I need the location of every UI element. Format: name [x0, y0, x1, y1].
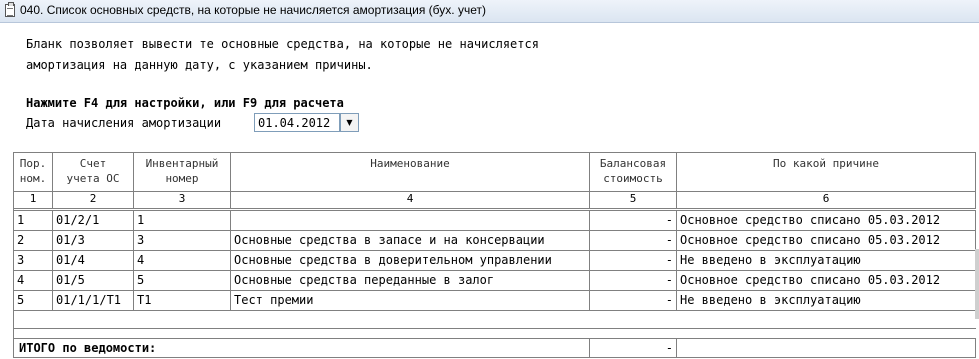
table-cell-reason[interactable]: Не введено в эксплуатацию [677, 251, 976, 271]
total-cost: - [590, 339, 677, 358]
hotkey-hint: Нажмите F4 для настройки, или F9 для рас… [26, 96, 344, 110]
table-cell-cost[interactable]: - [590, 211, 677, 231]
window-titlebar: 040. Список основных средств, на которые… [0, 0, 979, 23]
table-cell-cost[interactable]: - [590, 271, 677, 291]
column-number: 1 [13, 192, 53, 209]
table-cell-inventory[interactable]: 1 [134, 211, 231, 231]
vertical-scrollbar[interactable] [975, 249, 979, 319]
table-cell-inventory[interactable]: 3 [134, 231, 231, 251]
table-cell-reason[interactable]: Основное средство списано 05.03.2012 [677, 231, 976, 251]
table-cell-account[interactable]: 01/1/1/T1 [53, 291, 134, 311]
table-cell-inventory[interactable]: 5 [134, 271, 231, 291]
table-cell-account[interactable]: 01/3 [53, 231, 134, 251]
table-cell-account[interactable]: 01/5 [53, 271, 134, 291]
blank-gap [13, 311, 976, 329]
clipboard-icon [5, 2, 15, 17]
table-cell-name[interactable]: Основные средства переданные в залог [231, 271, 590, 291]
table-cell-name[interactable] [231, 211, 590, 231]
column-number: 6 [677, 192, 976, 209]
table-cell-order[interactable]: 4 [13, 271, 53, 291]
amortization-date-input[interactable]: 01.04.2012 [254, 113, 340, 132]
assets-table: Пор. ном. Счет учета ОС Инвентарный номер Н… [13, 152, 976, 358]
table-cell-account[interactable]: 01/2/1 [53, 211, 134, 231]
intro-text-line-1: Бланк позволяет вывести те основные сред… [26, 37, 539, 51]
column-number: 5 [590, 192, 677, 209]
blank-gap [13, 329, 976, 339]
table-cell-reason[interactable]: Основное средство списано 05.03.2012 [677, 211, 976, 231]
table-cell-cost[interactable]: - [590, 231, 677, 251]
table-cell-cost[interactable]: - [590, 291, 677, 311]
chevron-down-icon: ▼ [346, 118, 353, 127]
table-cell-order[interactable]: 2 [13, 231, 53, 251]
report-form: Бланк позволяет вывести те основные сред… [0, 23, 979, 359]
table-cell-order[interactable]: 1 [13, 211, 53, 231]
header-name: Наименование [231, 152, 590, 192]
column-number: 2 [53, 192, 134, 209]
column-number: 3 [134, 192, 231, 209]
table-cell-reason[interactable]: Не введено в эксплуатацию [677, 291, 976, 311]
header-book-value: Балансовая стоимость [590, 152, 677, 192]
table-cell-inventory[interactable]: 4 [134, 251, 231, 271]
table-cell-name[interactable]: Тест премии [231, 291, 590, 311]
header-inventory-number: Инвентарный номер [134, 152, 231, 192]
date-dropdown-button[interactable]: ▼ [340, 113, 359, 132]
header-order-number: Пор. ном. [13, 152, 53, 192]
header-reason: По какой причине [677, 152, 976, 192]
header-account: Счет учета ОС [53, 152, 134, 192]
window-title: 040. Список основных средств, на которые… [20, 3, 486, 17]
table-cell-account[interactable]: 01/4 [53, 251, 134, 271]
table-cell-order[interactable]: 3 [13, 251, 53, 271]
intro-text-line-2: амортизация на данную дату, с указанием … [26, 58, 373, 72]
table-cell-cost[interactable]: - [590, 251, 677, 271]
total-label: ИТОГО по ведомости: [13, 339, 590, 358]
column-number: 4 [231, 192, 590, 209]
table-cell-name[interactable]: Основные средства в запасе и на консерва… [231, 231, 590, 251]
table-cell-inventory[interactable]: T1 [134, 291, 231, 311]
date-label: Дата начисления амортизации [26, 116, 222, 130]
table-cell-order[interactable]: 5 [13, 291, 53, 311]
table-cell-name[interactable]: Основные средства в доверительном управл… [231, 251, 590, 271]
total-reason [677, 339, 976, 358]
table-cell-reason[interactable]: Основное средство списано 05.03.2012 [677, 271, 976, 291]
